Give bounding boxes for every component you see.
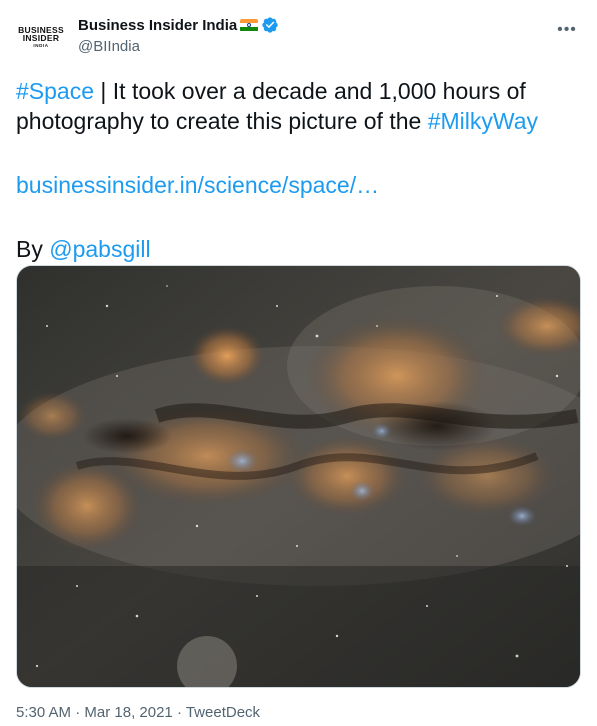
verified-badge-icon <box>262 17 278 33</box>
article-link[interactable]: businessinsider.in/science/space/… <box>16 172 379 198</box>
credit-paragraph: By @pabsgill <box>16 234 581 264</box>
footer-separator: · <box>172 704 186 721</box>
milky-way-photo <box>17 266 580 687</box>
hashtag-milkyway[interactable]: #MilkyWay <box>428 108 538 134</box>
india-flag-icon <box>240 18 259 32</box>
tweet-footer: 5:30 AM · Mar 18, 2021 · TweetDeck <box>16 704 260 721</box>
tweet-text: #Space | It took over a decade and 1,000… <box>16 76 581 264</box>
display-name[interactable]: Business Insider India <box>78 17 237 34</box>
tweet-time-link[interactable]: 5:30 AM <box>16 704 71 721</box>
by-prefix: By <box>16 236 50 262</box>
tweet-link-paragraph: businessinsider.in/science/space/… <box>16 170 581 200</box>
mention-pabsgill[interactable]: @pabsgill <box>49 236 150 262</box>
tweet-date-link[interactable]: Mar 18, 2021 <box>84 704 172 721</box>
hashtag-space[interactable]: #Space <box>16 78 94 104</box>
handle[interactable]: @BIIndia <box>78 38 279 55</box>
more-options-icon[interactable]: ••• <box>553 16 581 44</box>
tweet-card: BUSINESS INSIDER INDIA Business Insider … <box>0 0 597 726</box>
author-block: Business Insider India @BIIndia <box>78 16 279 55</box>
tweet-source-link[interactable]: TweetDeck <box>186 704 260 721</box>
tweet-main-paragraph: #Space | It took over a decade and 1,000… <box>16 76 581 136</box>
avatar-line-2: INSIDER <box>22 33 60 44</box>
avatar-line-3: INDIA <box>33 42 49 48</box>
tweet-media-image[interactable] <box>16 265 581 688</box>
name-row: Business Insider India <box>78 16 279 34</box>
footer-separator: · <box>71 704 85 721</box>
tweet-header: BUSINESS INSIDER INDIA Business Insider … <box>16 10 581 62</box>
avatar[interactable]: BUSINESS INSIDER INDIA <box>16 12 66 62</box>
